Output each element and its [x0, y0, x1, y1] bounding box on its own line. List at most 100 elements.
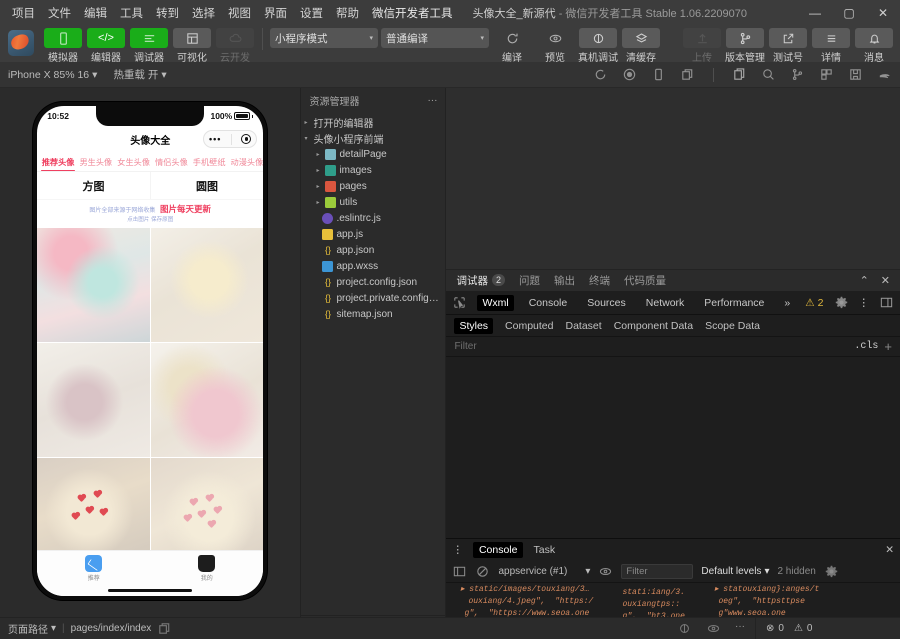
shape-square[interactable]: 方图	[37, 172, 150, 199]
menu-item-devtools[interactable]: 微信开发者工具	[366, 2, 459, 24]
menu-item-view[interactable]: 视图	[222, 2, 257, 24]
grid-image-4[interactable]	[150, 342, 264, 457]
editor-button[interactable]: </> 编辑器	[86, 28, 126, 64]
capsule-close-icon[interactable]	[241, 134, 252, 144]
tree-section-open-editors[interactable]: ▸ 打开的编辑器	[301, 114, 445, 130]
category-tab-anime[interactable]: 动漫头像	[228, 154, 264, 171]
tree-item-appwxss[interactable]: app.wxss	[301, 258, 445, 274]
shape-round[interactable]: 圆图	[149, 172, 264, 199]
record-icon[interactable]	[622, 67, 637, 82]
console-levels-select[interactable]: Default levels ▾	[701, 566, 769, 577]
debugger-button[interactable]: 调试器	[129, 28, 169, 64]
device-select[interactable]: iPhone X 85% 16 ▾	[8, 69, 97, 81]
preview-button[interactable]: 预览	[535, 28, 575, 64]
maximize-icon[interactable]: ▢	[832, 0, 866, 26]
refresh-icon[interactable]	[593, 67, 608, 82]
styles-tab-dataset[interactable]: Dataset	[566, 320, 602, 332]
tree-item-appjson[interactable]: {} app.json	[301, 242, 445, 258]
tree-item-detailpage[interactable]: ▸ detailPage	[301, 146, 445, 162]
styles-tab-scopedata[interactable]: Scope Data	[705, 320, 760, 332]
more-icon[interactable]: ···	[735, 621, 745, 636]
search-icon[interactable]	[761, 67, 776, 82]
styles-tab-styles[interactable]: Styles	[454, 317, 494, 334]
version-control-button[interactable]: 版本管理	[725, 28, 765, 64]
page-path-select[interactable]: 页面路径 ▾	[8, 621, 56, 636]
copy-icon[interactable]	[157, 621, 172, 636]
clear-cache-button[interactable]: 清缓存	[621, 28, 661, 64]
files-icon[interactable]	[732, 67, 747, 82]
menu-item-project[interactable]: 项目	[6, 2, 41, 24]
category-tab-female[interactable]: 女生头像	[115, 154, 153, 171]
menu-item-select[interactable]: 选择	[186, 2, 221, 24]
devtools-tab-sources[interactable]: Sources	[582, 295, 631, 311]
devtools-tab-overflow-icon[interactable]: »	[779, 295, 795, 311]
tab-recommend[interactable]: 推荐	[37, 555, 150, 582]
styles-tab-componentdata[interactable]: Component Data	[614, 320, 693, 332]
messages-button[interactable]: 消息	[854, 28, 894, 64]
mode-select[interactable]: 小程序模式 ▾	[270, 28, 378, 48]
category-tab-wallpaper[interactable]: 手机壁纸	[190, 154, 228, 171]
compile-button[interactable]: 编译	[492, 28, 532, 64]
cls-button[interactable]: .cls	[854, 341, 878, 352]
wechat-capsule[interactable]: •••	[203, 130, 258, 148]
menu-item-goto[interactable]: 转到	[150, 2, 185, 24]
capsule-more-icon[interactable]: •••	[209, 134, 221, 144]
drawer-tab-console[interactable]: Console	[472, 542, 524, 558]
minimize-icon[interactable]: —	[798, 0, 832, 26]
warning-badge[interactable]: ⚠ 2	[805, 297, 823, 309]
drawer-tab-task[interactable]: Task	[533, 544, 555, 556]
devtools-tab-performance[interactable]: Performance	[699, 295, 769, 311]
diagnostics-counts[interactable]: ⊗ 0 ⚠ 0	[766, 623, 812, 634]
panel-tab-terminal[interactable]: 终端	[589, 273, 610, 288]
menu-item-tools[interactable]: 工具	[114, 2, 149, 24]
eye-icon[interactable]	[706, 621, 721, 636]
panel-tab-output[interactable]: 输出	[554, 273, 575, 288]
compile-select[interactable]: 普通编译 ▾	[381, 28, 489, 48]
devtools-tab-console[interactable]: Console	[524, 295, 573, 311]
explorer-more-icon[interactable]: ···	[427, 95, 437, 106]
extensions-icon[interactable]	[819, 67, 834, 82]
simulator-button[interactable]: 模拟器	[43, 28, 83, 64]
tree-section-project[interactable]: ▾ 头像小程序前端	[301, 130, 445, 146]
cloud-button[interactable]: 云开发	[215, 28, 255, 64]
visualize-button[interactable]: 可视化	[172, 28, 212, 64]
hotreload-select[interactable]: 热重载 开 ▾	[113, 67, 166, 82]
cloud-hand-icon[interactable]	[877, 67, 892, 82]
copy-icon[interactable]	[680, 67, 695, 82]
console-sidebar-icon[interactable]	[452, 564, 467, 579]
clear-console-icon[interactable]	[475, 564, 490, 579]
tab-profile[interactable]: 我的	[150, 555, 263, 582]
category-tab-couple[interactable]: 情侣头像	[153, 154, 191, 171]
panel-tab-problems[interactable]: 问题	[519, 273, 540, 288]
gear-icon[interactable]	[834, 295, 849, 310]
device-icon[interactable]	[651, 67, 666, 82]
add-style-icon[interactable]: +	[884, 339, 892, 354]
styles-tab-computed[interactable]: Computed	[505, 320, 553, 332]
grid-image-2[interactable]	[150, 227, 264, 342]
upload-button[interactable]: 上传	[682, 28, 722, 64]
menu-item-help[interactable]: 帮助	[330, 2, 365, 24]
dock-icon[interactable]	[879, 295, 894, 310]
tree-item-utils[interactable]: ▸ utils	[301, 194, 445, 210]
test-account-button[interactable]: 测试号	[768, 28, 808, 64]
compile-icon[interactable]	[677, 621, 692, 636]
console-settings-icon[interactable]	[824, 564, 839, 579]
editor-area[interactable]	[446, 88, 900, 269]
inspect-element-icon[interactable]	[452, 295, 467, 310]
tree-item-sitemapjson[interactable]: {} sitemap.json	[301, 306, 445, 322]
category-tab-male[interactable]: 男生头像	[77, 154, 115, 171]
real-device-debug-button[interactable]: 真机调试	[578, 28, 618, 64]
tree-item-projectconfig[interactable]: {} project.config.json	[301, 274, 445, 290]
menu-item-file[interactable]: 文件	[42, 2, 77, 24]
devtools-tab-wxml[interactable]: Wxml	[477, 294, 514, 311]
console-context-select[interactable]: appservice (#1) ▾	[498, 566, 590, 577]
panel-tab-debugger[interactable]: 调试器 2	[456, 270, 505, 292]
details-button[interactable]: 详情	[811, 28, 851, 64]
menu-item-settings[interactable]: 设置	[294, 2, 329, 24]
menu-item-interface[interactable]: 界面	[258, 2, 293, 24]
drawer-close-icon[interactable]: ✕	[885, 544, 894, 556]
panel-tab-codequality[interactable]: 代码质量	[624, 273, 666, 288]
category-tab-recommend[interactable]: 推荐头像	[39, 154, 77, 171]
page-path-value[interactable]: pages/index/index	[71, 623, 152, 634]
branch-icon[interactable]	[790, 67, 805, 82]
